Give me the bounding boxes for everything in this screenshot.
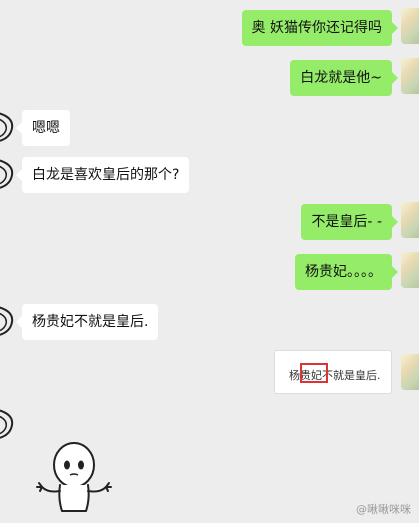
sent-bubble[interactable]: 杨贵妃。。。。 [295, 254, 398, 290]
message-row: 杨贵妃不就是皇后. [0, 350, 419, 394]
highlight-box [300, 363, 328, 383]
message-row: 白龙就是他~ [0, 58, 419, 96]
my-avatar[interactable] [401, 58, 419, 94]
message-row: 奥 妖猫传你还记得吗 [0, 8, 419, 46]
my-avatar[interactable] [401, 202, 419, 238]
message-row: 白龙是喜欢皇后的那个? [0, 155, 419, 193]
watermark: @啾啾咪咪 [356, 503, 411, 516]
friend-avatar[interactable] [0, 302, 16, 338]
sent-bubble[interactable]: 不是皇后- - [301, 204, 398, 240]
message-row [0, 405, 419, 515]
my-avatar[interactable] [401, 8, 419, 44]
my-avatar[interactable] [401, 354, 419, 390]
my-avatar[interactable] [401, 252, 419, 288]
friend-avatar[interactable] [0, 155, 16, 191]
received-bubble[interactable]: 白龙是喜欢皇后的那个? [15, 157, 190, 193]
doodle-face-icon [0, 409, 14, 439]
doodle-face-icon [0, 112, 14, 142]
message-row: 杨贵妃。。。。 [0, 252, 419, 290]
doodle-face-icon [0, 159, 14, 189]
message-row: 杨贵妃不就是皇后. [0, 302, 419, 340]
friend-avatar[interactable] [0, 108, 16, 144]
sent-bubble[interactable]: 奥 妖猫传你还记得吗 [241, 10, 399, 46]
received-bubble[interactable]: 嗯嗯 [16, 110, 70, 146]
sent-bubble[interactable]: 白龙就是他~ [290, 60, 398, 96]
shrug-sticker[interactable] [36, 435, 116, 515]
message-row: 嗯嗯 [0, 108, 419, 146]
received-bubble[interactable]: 杨贵妃不就是皇后. [15, 304, 159, 340]
image-message[interactable]: 杨贵妃不就是皇后. [274, 350, 392, 394]
message-row: 不是皇后- - [0, 202, 419, 240]
friend-avatar[interactable] [0, 405, 16, 441]
doodle-face-icon [0, 306, 14, 336]
